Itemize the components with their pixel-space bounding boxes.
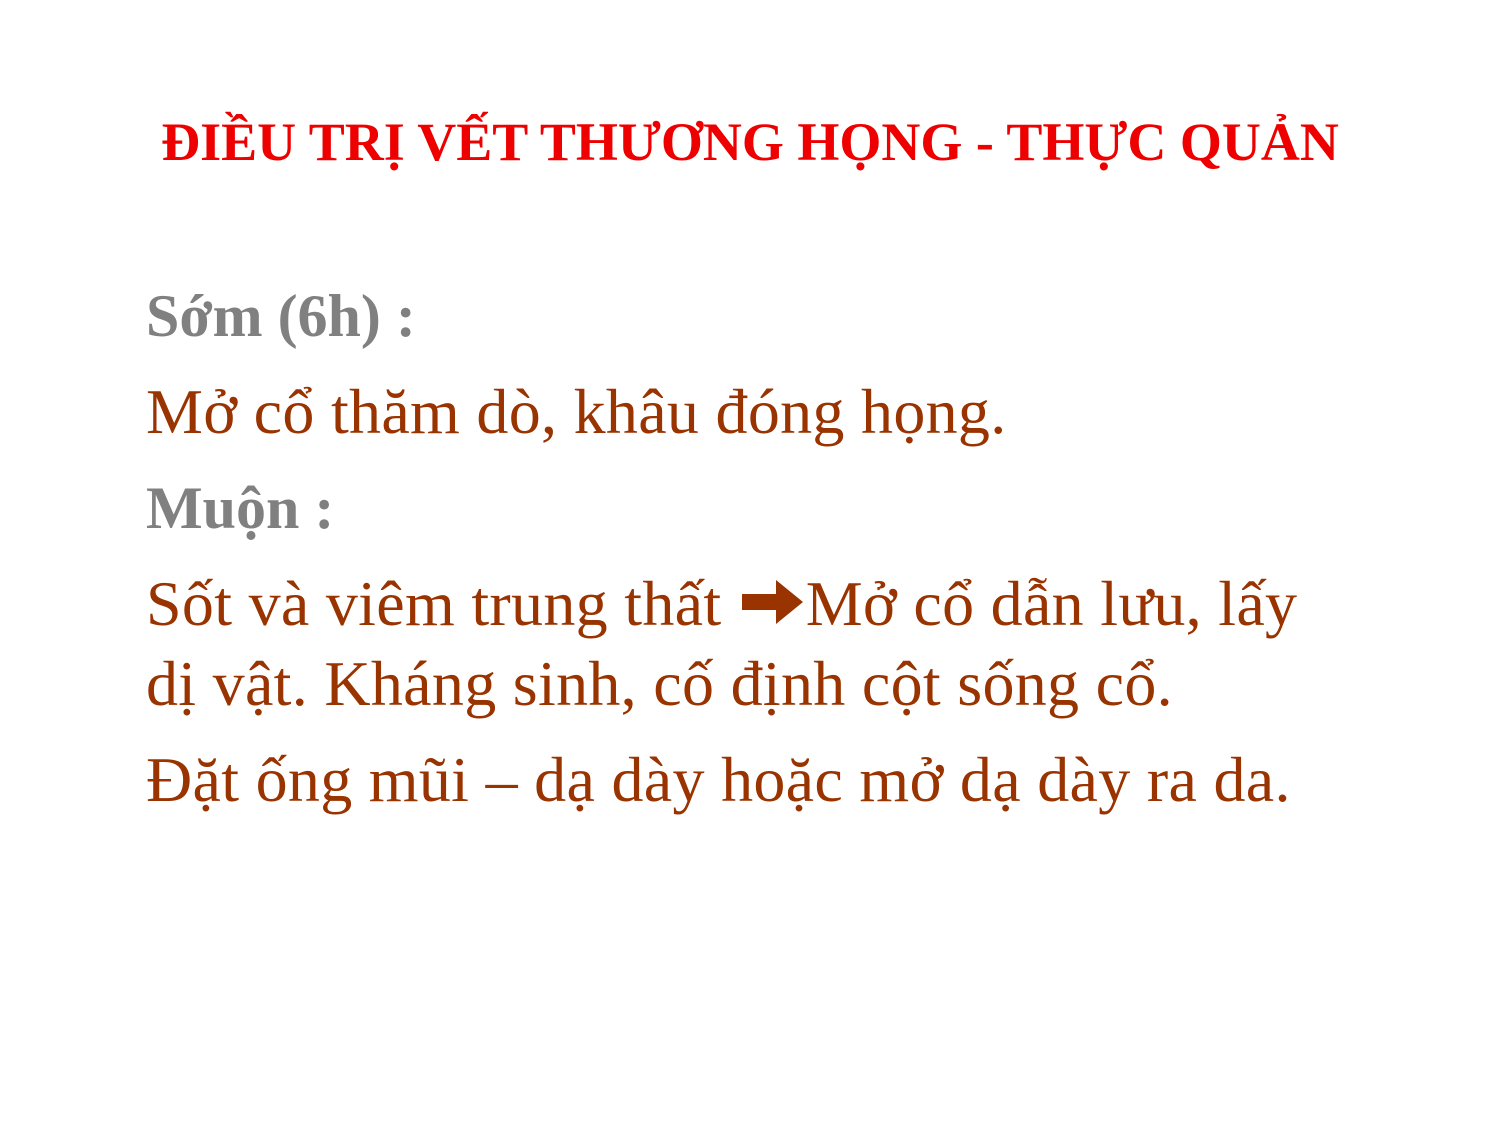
- slide-title: ĐIỀU TRỊ VẾT THƯƠNG HỌNG - THỰC QUẢN: [161, 112, 1339, 172]
- early-heading: Sớm (6h) :: [146, 283, 416, 349]
- late-line-2: dị vật. Kháng sinh, cố định cột sống cổ.: [146, 648, 1173, 719]
- right-arrow-icon: [740, 566, 806, 624]
- late-heading: Muộn :: [146, 475, 335, 541]
- early-text: Mở cổ thăm dò, khâu đóng họng.: [146, 376, 1007, 447]
- late-paragraph: Sốt và viêm trung thất Mở cổ dẫn lưu, lấ…: [146, 564, 1476, 724]
- late-line-1: Sốt và viêm trung thất Mở cổ dẫn lưu, lấ…: [146, 564, 1476, 644]
- late-line-1-after: Mở cổ dẫn lưu, lấy: [805, 568, 1298, 639]
- late-line-3: Đặt ống mũi – dạ dày hoặc mở dạ dày ra d…: [146, 744, 1291, 815]
- slide-content: Sớm (6h) : Mở cổ thăm dò, khâu đóng họng…: [146, 276, 1476, 820]
- slide: ĐIỀU TRỊ VẾT THƯƠNG HỌNG - THỰC QUẢN Sớm…: [0, 0, 1500, 1125]
- late-line-1-before: Sốt và viêm trung thất: [146, 568, 738, 639]
